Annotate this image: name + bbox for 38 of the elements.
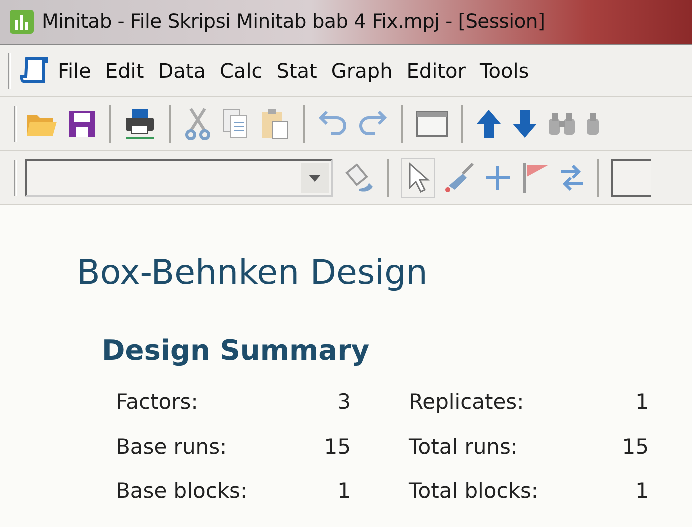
summary-value: 3 <box>336 389 351 416</box>
caret-icon[interactable] <box>301 162 329 192</box>
summary-label: Replicates: <box>409 389 526 416</box>
summary-label: Base runs: <box>116 434 228 461</box>
summary-value: 15 <box>323 434 351 461</box>
dropdown-field[interactable] <box>25 158 333 196</box>
summary-label: Total blocks: <box>409 478 540 506</box>
paste-icon[interactable] <box>259 106 291 140</box>
menu-item[interactable]: Tools <box>472 56 536 86</box>
save-icon[interactable] <box>67 108 97 138</box>
summary-label: Total runs: <box>409 434 519 461</box>
window-title: Minitab - File Skripsi Minitab bab 4 Fix.mpj - [Session] <box>42 9 546 36</box>
pointer-icon[interactable] <box>401 158 435 198</box>
summary-value: 1 <box>634 389 649 416</box>
menu-item[interactable]: File <box>51 56 98 86</box>
brush-icon[interactable] <box>443 162 475 194</box>
section-heading: Design Summary <box>102 334 371 368</box>
summary-label: Base blocks: <box>116 478 249 506</box>
flag-icon[interactable] <box>521 160 551 194</box>
menu-item[interactable]: Calc <box>212 56 270 86</box>
summary-value: 1 <box>336 478 351 506</box>
menu-item[interactable]: Data <box>151 56 213 86</box>
menu-item[interactable]: Edit <box>98 56 152 86</box>
cut-icon[interactable] <box>183 106 213 140</box>
summary-value: 15 <box>621 434 649 461</box>
window-icon[interactable] <box>415 108 449 138</box>
app-icon <box>10 10 34 34</box>
summary-label: Factors: <box>116 389 200 416</box>
down-arrow-icon[interactable] <box>511 108 539 140</box>
document-icon[interactable] <box>19 54 51 86</box>
summary-value: 1 <box>634 478 649 506</box>
input-field[interactable] <box>611 158 651 196</box>
up-arrow-icon[interactable] <box>475 108 503 140</box>
menu-item[interactable]: Editor <box>400 56 473 86</box>
print-icon[interactable] <box>123 106 157 140</box>
menu-item[interactable]: Stat <box>270 56 324 86</box>
session-heading: Box-Behnken Design <box>77 253 429 294</box>
menu-item[interactable]: Graph <box>324 56 400 86</box>
